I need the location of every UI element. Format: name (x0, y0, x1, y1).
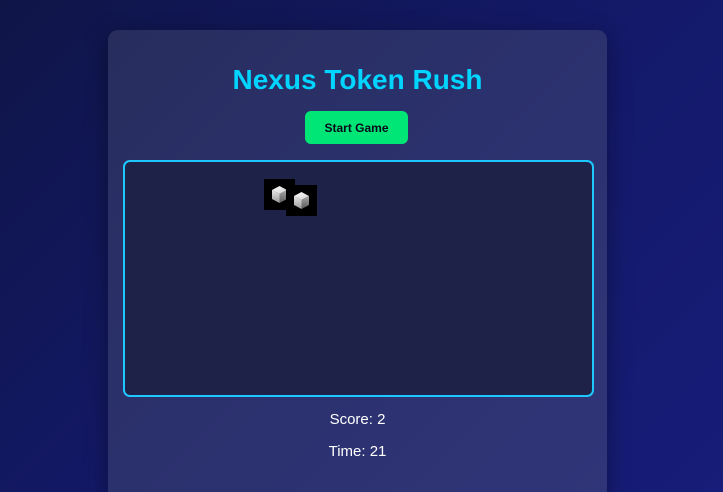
score-display: Score: 2 (329, 411, 386, 428)
game-card: Nexus Token Rush Start Game Score: 2 Tim… (108, 30, 607, 492)
token-cube-icon[interactable] (286, 185, 317, 216)
start-game-button[interactable]: Start Game (305, 111, 408, 144)
game-area[interactable] (123, 160, 594, 397)
game-title: Nexus Token Rush (232, 64, 483, 95)
time-display: Time: 21 (328, 443, 387, 460)
cube-icon (294, 192, 309, 209)
